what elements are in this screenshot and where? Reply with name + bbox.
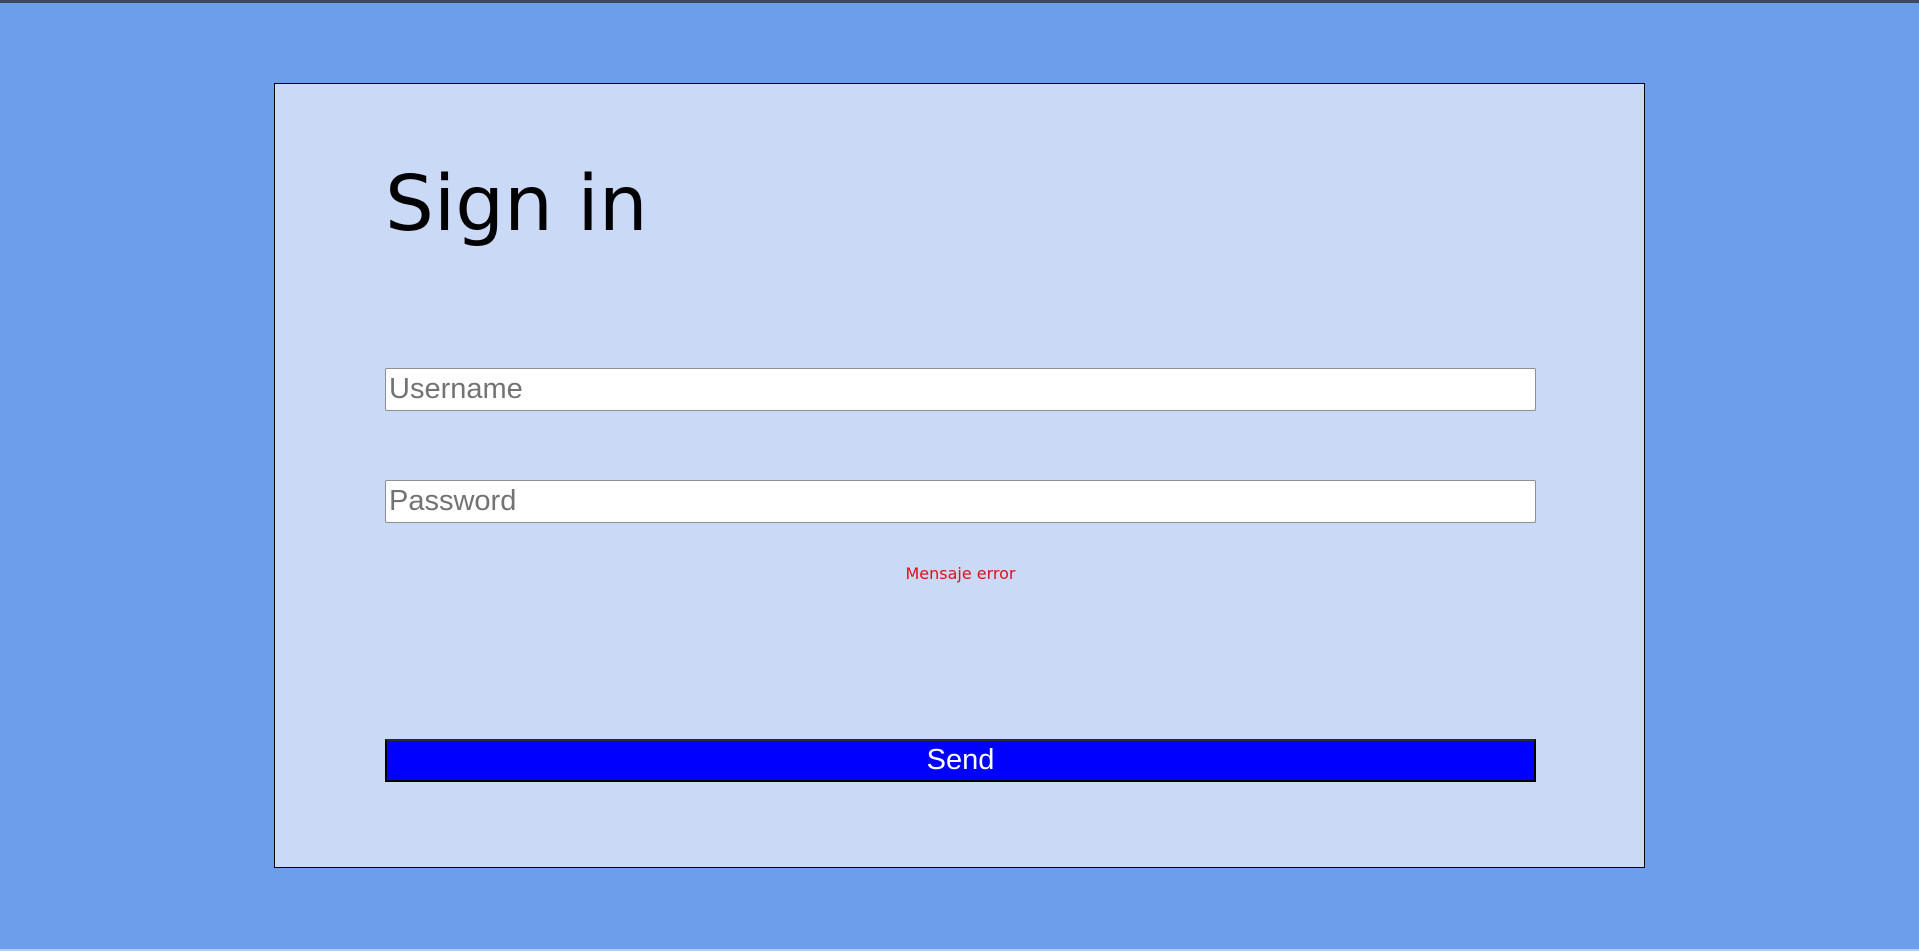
password-input[interactable] <box>385 480 1536 523</box>
window-top-border <box>0 0 1919 3</box>
send-button[interactable]: Send <box>385 739 1536 782</box>
error-message: Mensaje error <box>905 564 1016 583</box>
page-title: Sign in <box>385 160 648 249</box>
username-input[interactable] <box>385 368 1536 411</box>
sign-in-card: Sign in Mensaje error Send <box>274 83 1645 868</box>
